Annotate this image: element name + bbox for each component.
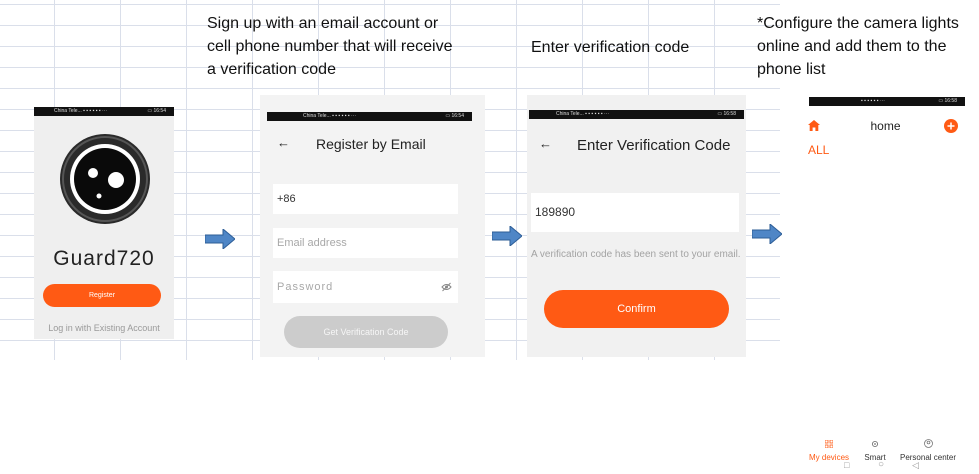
password-field[interactable]: Password bbox=[273, 271, 458, 303]
nav-smart[interactable]: Smart bbox=[862, 435, 888, 462]
verification-code-screen: China Tele... ▪ ▪ ▪ ▪ ▪ ▪ ··· ▭ 16:58 ← … bbox=[527, 95, 746, 357]
status-bar: ▪ ▪ ▪ ▪ ▪ ▪ ··· ▭ 16:58 bbox=[809, 97, 965, 106]
smart-gear-icon bbox=[871, 440, 879, 448]
status-bar: China Tele... ▪ ▪ ▪ ▪ ▪ ▪ ··· ▭ 16:54 bbox=[34, 107, 174, 116]
get-verification-code-button[interactable]: Get Verification Code bbox=[284, 316, 448, 348]
user-icon bbox=[923, 439, 933, 448]
email-field[interactable]: Email address bbox=[273, 228, 458, 258]
system-home-button[interactable]: ○ bbox=[878, 459, 884, 470]
register-email-screen: China Tele... ▪ ▪ ▪ ▪ ▪ ▪ ··· ▭ 16:54 ← … bbox=[260, 95, 485, 357]
phone-code-field[interactable]: +86 bbox=[273, 184, 458, 214]
system-back-button[interactable]: ◁ bbox=[912, 460, 919, 471]
filter-all-tab[interactable]: ALL bbox=[808, 143, 829, 157]
verification-code-input[interactable]: 189890 bbox=[531, 193, 739, 232]
caption-step-verify: Enter verification code bbox=[531, 39, 690, 56]
system-recents-button[interactable]: □ bbox=[844, 460, 849, 470]
eye-hidden-icon[interactable] bbox=[441, 282, 452, 292]
grid-icon bbox=[824, 439, 834, 449]
bottom-blank-area bbox=[0, 360, 780, 474]
home-screen: ▪ ▪ ▪ ▪ ▪ ▪ ··· ▭ 16:58 home ALL My devi… bbox=[804, 95, 967, 474]
register-button[interactable]: Register bbox=[43, 284, 161, 307]
status-bar: China Tele... ▪ ▪ ▪ ▪ ▪ ▪ ··· ▭ 16:58 bbox=[529, 110, 744, 119]
status-bar: China Tele... ▪ ▪ ▪ ▪ ▪ ▪ ··· ▭ 16:54 bbox=[267, 112, 472, 121]
nav-my-devices[interactable]: My devices bbox=[809, 435, 849, 462]
page-title: Enter Verification Code bbox=[577, 137, 731, 154]
caption-step-configure: *Configure the camera lights online and … bbox=[757, 15, 959, 78]
nav-personal-center[interactable]: Personal center bbox=[895, 435, 961, 462]
page-title: Register by Email bbox=[316, 136, 426, 152]
back-arrow-icon[interactable]: ← bbox=[539, 136, 552, 151]
login-existing-link[interactable]: Log in with Existing Account bbox=[34, 323, 174, 333]
app-name: Guard720 bbox=[53, 247, 155, 270]
code-sent-hint: A verification code has been sent to you… bbox=[531, 249, 741, 260]
arrow-right-icon bbox=[752, 224, 782, 244]
caption-step-signup: Sign up with an email account or cell ph… bbox=[207, 15, 453, 78]
camera-logo-icon bbox=[60, 134, 150, 224]
arrow-right-icon bbox=[492, 226, 522, 246]
page-title: home bbox=[870, 119, 901, 133]
welcome-screen: China Tele... ▪ ▪ ▪ ▪ ▪ ▪ ··· ▭ 16:54 Gu… bbox=[34, 107, 174, 339]
add-device-icon[interactable] bbox=[944, 119, 958, 133]
arrow-right-icon bbox=[205, 229, 235, 249]
back-arrow-icon[interactable]: ← bbox=[277, 135, 290, 150]
confirm-button[interactable]: Confirm bbox=[544, 290, 729, 328]
